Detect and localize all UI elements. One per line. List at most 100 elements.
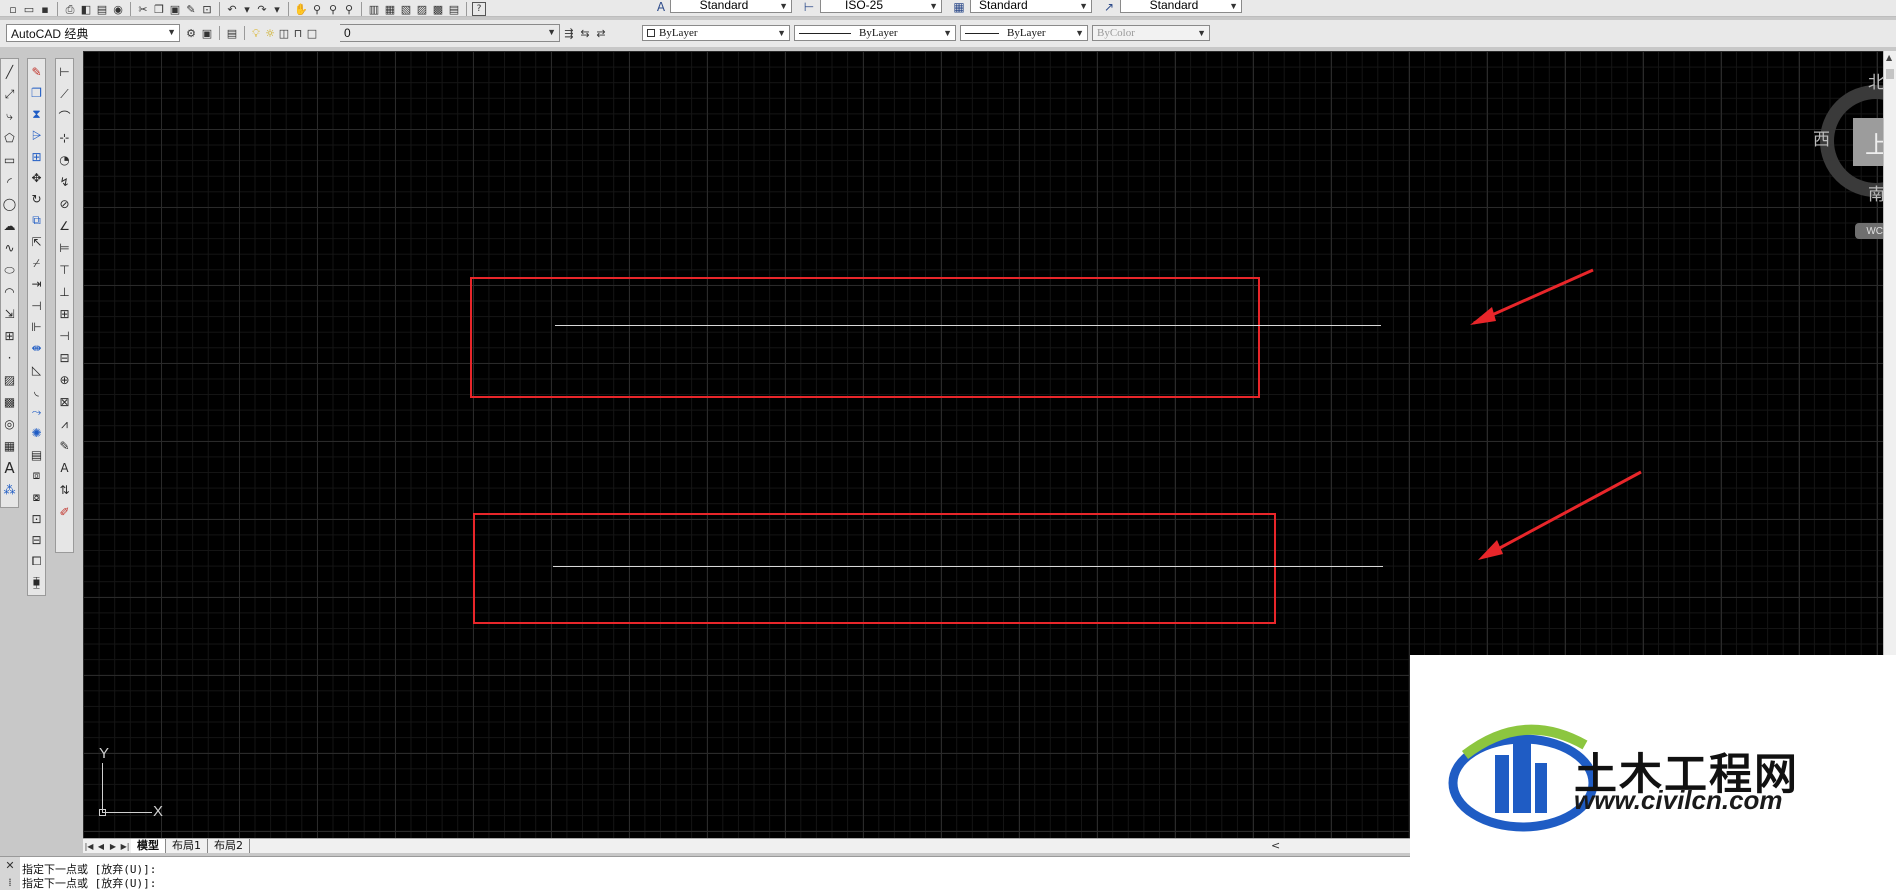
close-icon[interactable]: ✕ <box>5 859 14 872</box>
hscroll-left-icon[interactable]: < <box>1271 839 1280 852</box>
pan-icon[interactable]: ✋ <box>294 2 308 16</box>
lineweight-select[interactable]: ByLayer ▼ <box>960 25 1088 41</box>
zoom-window-icon[interactable]: ⚲ <box>326 2 340 16</box>
bring-above-icon[interactable]: ⊡ <box>28 510 46 527</box>
stretch-icon[interactable]: ⇱ <box>28 233 46 250</box>
join-icon[interactable]: ⇼ <box>28 340 46 357</box>
multiline-text-icon[interactable]: A <box>1 459 19 477</box>
dimension-edit-icon[interactable]: ✎ <box>56 437 74 455</box>
block-editor-icon[interactable]: ⊡ <box>200 2 214 16</box>
diameter-icon[interactable]: ⊘ <box>56 195 74 213</box>
layer-thaw-icon[interactable]: ☼ <box>264 26 276 40</box>
undo-icon[interactable]: ↶ <box>225 2 239 16</box>
mleader-style-icon[interactable]: ↗ <box>1100 0 1118 14</box>
undo-dropdown-icon[interactable]: ▾ <box>241 2 253 16</box>
trim-icon[interactable]: ⌿ <box>28 255 46 272</box>
send-under-icon[interactable]: ⊟ <box>28 531 46 548</box>
dim-style-select[interactable]: ISO-25 ▼ <box>820 0 942 13</box>
linetype-select[interactable]: ByLayer ▼ <box>794 25 956 41</box>
table-style-select[interactable]: Standard ▼ <box>970 0 1092 13</box>
workspace-settings-icon[interactable]: ⚙ <box>184 26 198 40</box>
center-mark-icon[interactable]: ⊕ <box>56 371 74 389</box>
cut-icon[interactable]: ✂ <box>136 2 150 16</box>
layer-previous-icon[interactable]: ⇆ <box>578 26 592 40</box>
workspace-select[interactable]: AutoCAD 经典 ▼ <box>6 24 180 42</box>
jogged-linear-icon[interactable]: ⩘ <box>56 415 74 433</box>
properties-icon[interactable]: ▥ <box>367 2 381 16</box>
redo-dropdown-icon[interactable]: ▾ <box>271 2 283 16</box>
compass-north[interactable]: 北 <box>1868 68 1883 93</box>
dim-style-icon[interactable]: ⊢ <box>800 0 818 14</box>
dimension-break-icon[interactable]: ⊣ <box>56 327 74 345</box>
ellipse-arc-icon[interactable]: ◠ <box>1 283 19 301</box>
layer-color-icon[interactable]: □ <box>306 26 318 40</box>
layer-on-icon[interactable]: 💡︎ <box>250 26 262 40</box>
offset-icon[interactable]: ⩥ <box>28 127 46 144</box>
scroll-up-icon[interactable]: ▲ <box>1886 53 1892 62</box>
tab-layout1[interactable]: 布局1 <box>166 839 208 853</box>
extend-icon[interactable]: ⇥ <box>28 276 46 293</box>
arc-length-icon[interactable]: ⌒ <box>56 107 74 125</box>
tolerance-icon[interactable]: ⊟ <box>56 349 74 367</box>
construction-line-icon[interactable]: ⤢ <box>1 85 19 103</box>
next-tab-icon[interactable]: ▶ <box>107 842 119 851</box>
chamfer-icon[interactable]: ◺ <box>28 361 46 378</box>
wcs-menu[interactable]: WCS <box>1855 223 1883 239</box>
insert-block-icon[interactable]: ⇲ <box>1 305 19 323</box>
open-file-icon[interactable]: ▭ <box>22 2 36 16</box>
compass-west[interactable]: 西 <box>1813 125 1830 150</box>
mirror-icon[interactable]: ⧗ <box>28 106 46 123</box>
hatch-back-icon[interactable]: ⧯ <box>28 574 46 591</box>
radius-icon[interactable]: ◔ <box>56 151 74 169</box>
baseline-icon[interactable]: ⊤ <box>56 261 74 279</box>
tool-palettes-icon[interactable]: ▧ <box>399 2 413 16</box>
help-icon[interactable]: ? <box>472 2 486 16</box>
dimension-space-icon[interactable]: ⊞ <box>56 305 74 323</box>
angular-icon[interactable]: ∠ <box>56 217 74 235</box>
compass-south[interactable]: 南 <box>1868 180 1883 205</box>
layer-manager-icon[interactable]: ▤ <box>225 26 239 40</box>
send-back-icon[interactable]: ⧇ <box>28 489 46 506</box>
color-select[interactable]: ByLayer ▼ <box>642 25 790 41</box>
polygon-icon[interactable]: ⬠ <box>1 129 19 147</box>
blend-icon[interactable]: ⤳ <box>28 404 46 421</box>
aligned-dimension-icon[interactable]: ⟋ <box>56 85 74 103</box>
publish-icon[interactable]: ▤ <box>95 2 109 16</box>
revision-cloud-icon[interactable]: ☁ <box>1 217 19 235</box>
mleader-style-select[interactable]: Standard ▼ <box>1120 0 1242 13</box>
quick-dimension-icon[interactable]: ⊨ <box>56 239 74 257</box>
text-style-icon[interactable]: A <box>652 0 670 14</box>
text-style-select[interactable]: Standard ▼ <box>670 0 792 13</box>
line-icon[interactable]: ╱ <box>1 63 19 81</box>
dimension-text-edit-icon[interactable]: A <box>56 459 74 477</box>
calculator-icon[interactable]: ▤ <box>447 2 461 16</box>
zoom-previous-icon[interactable]: ⚲ <box>342 2 356 16</box>
last-tab-icon[interactable]: ▶| <box>119 842 131 851</box>
rectangle-icon[interactable]: ▭ <box>1 151 19 169</box>
make-current-icon[interactable]: ⇶ <box>562 26 576 40</box>
tab-layout2[interactable]: 布局2 <box>208 839 250 853</box>
redo-icon[interactable]: ↷ <box>255 2 269 16</box>
polyline-icon[interactable]: ⤷ <box>1 107 19 125</box>
jogged-icon[interactable]: ↯ <box>56 173 74 191</box>
make-block-icon[interactable]: ⊞ <box>1 327 19 345</box>
explode-icon[interactable]: ✺ <box>28 425 46 442</box>
move-icon[interactable]: ✥ <box>28 169 46 186</box>
dimension-style-icon[interactable]: ✐ <box>56 503 74 521</box>
array-icon[interactable]: ⊞ <box>28 148 46 165</box>
scroll-thumb[interactable] <box>1886 69 1894 79</box>
text-front-icon[interactable]: ⧠ <box>28 552 46 569</box>
fillet-icon[interactable]: ◟ <box>28 382 46 399</box>
spline-icon[interactable]: ∿ <box>1 239 19 257</box>
rotate-icon[interactable]: ↻ <box>28 191 46 208</box>
zoom-realtime-icon[interactable]: ⚲ <box>310 2 324 16</box>
continue-icon[interactable]: ⊥ <box>56 283 74 301</box>
design-center-icon[interactable]: ▦ <box>383 2 397 16</box>
new-file-icon[interactable]: ▫ <box>6 2 20 16</box>
circle-icon[interactable]: ◯ <box>1 195 19 213</box>
layer-select[interactable]: 0 ▼ <box>340 24 560 42</box>
viewcube[interactable]: 上 北 南 东 西 WCS <box>1813 63 1883 263</box>
match-properties-icon[interactable]: ✎ <box>184 2 198 16</box>
tab-model[interactable]: 模型 <box>131 839 166 853</box>
prev-tab-icon[interactable]: ◀ <box>95 842 107 851</box>
